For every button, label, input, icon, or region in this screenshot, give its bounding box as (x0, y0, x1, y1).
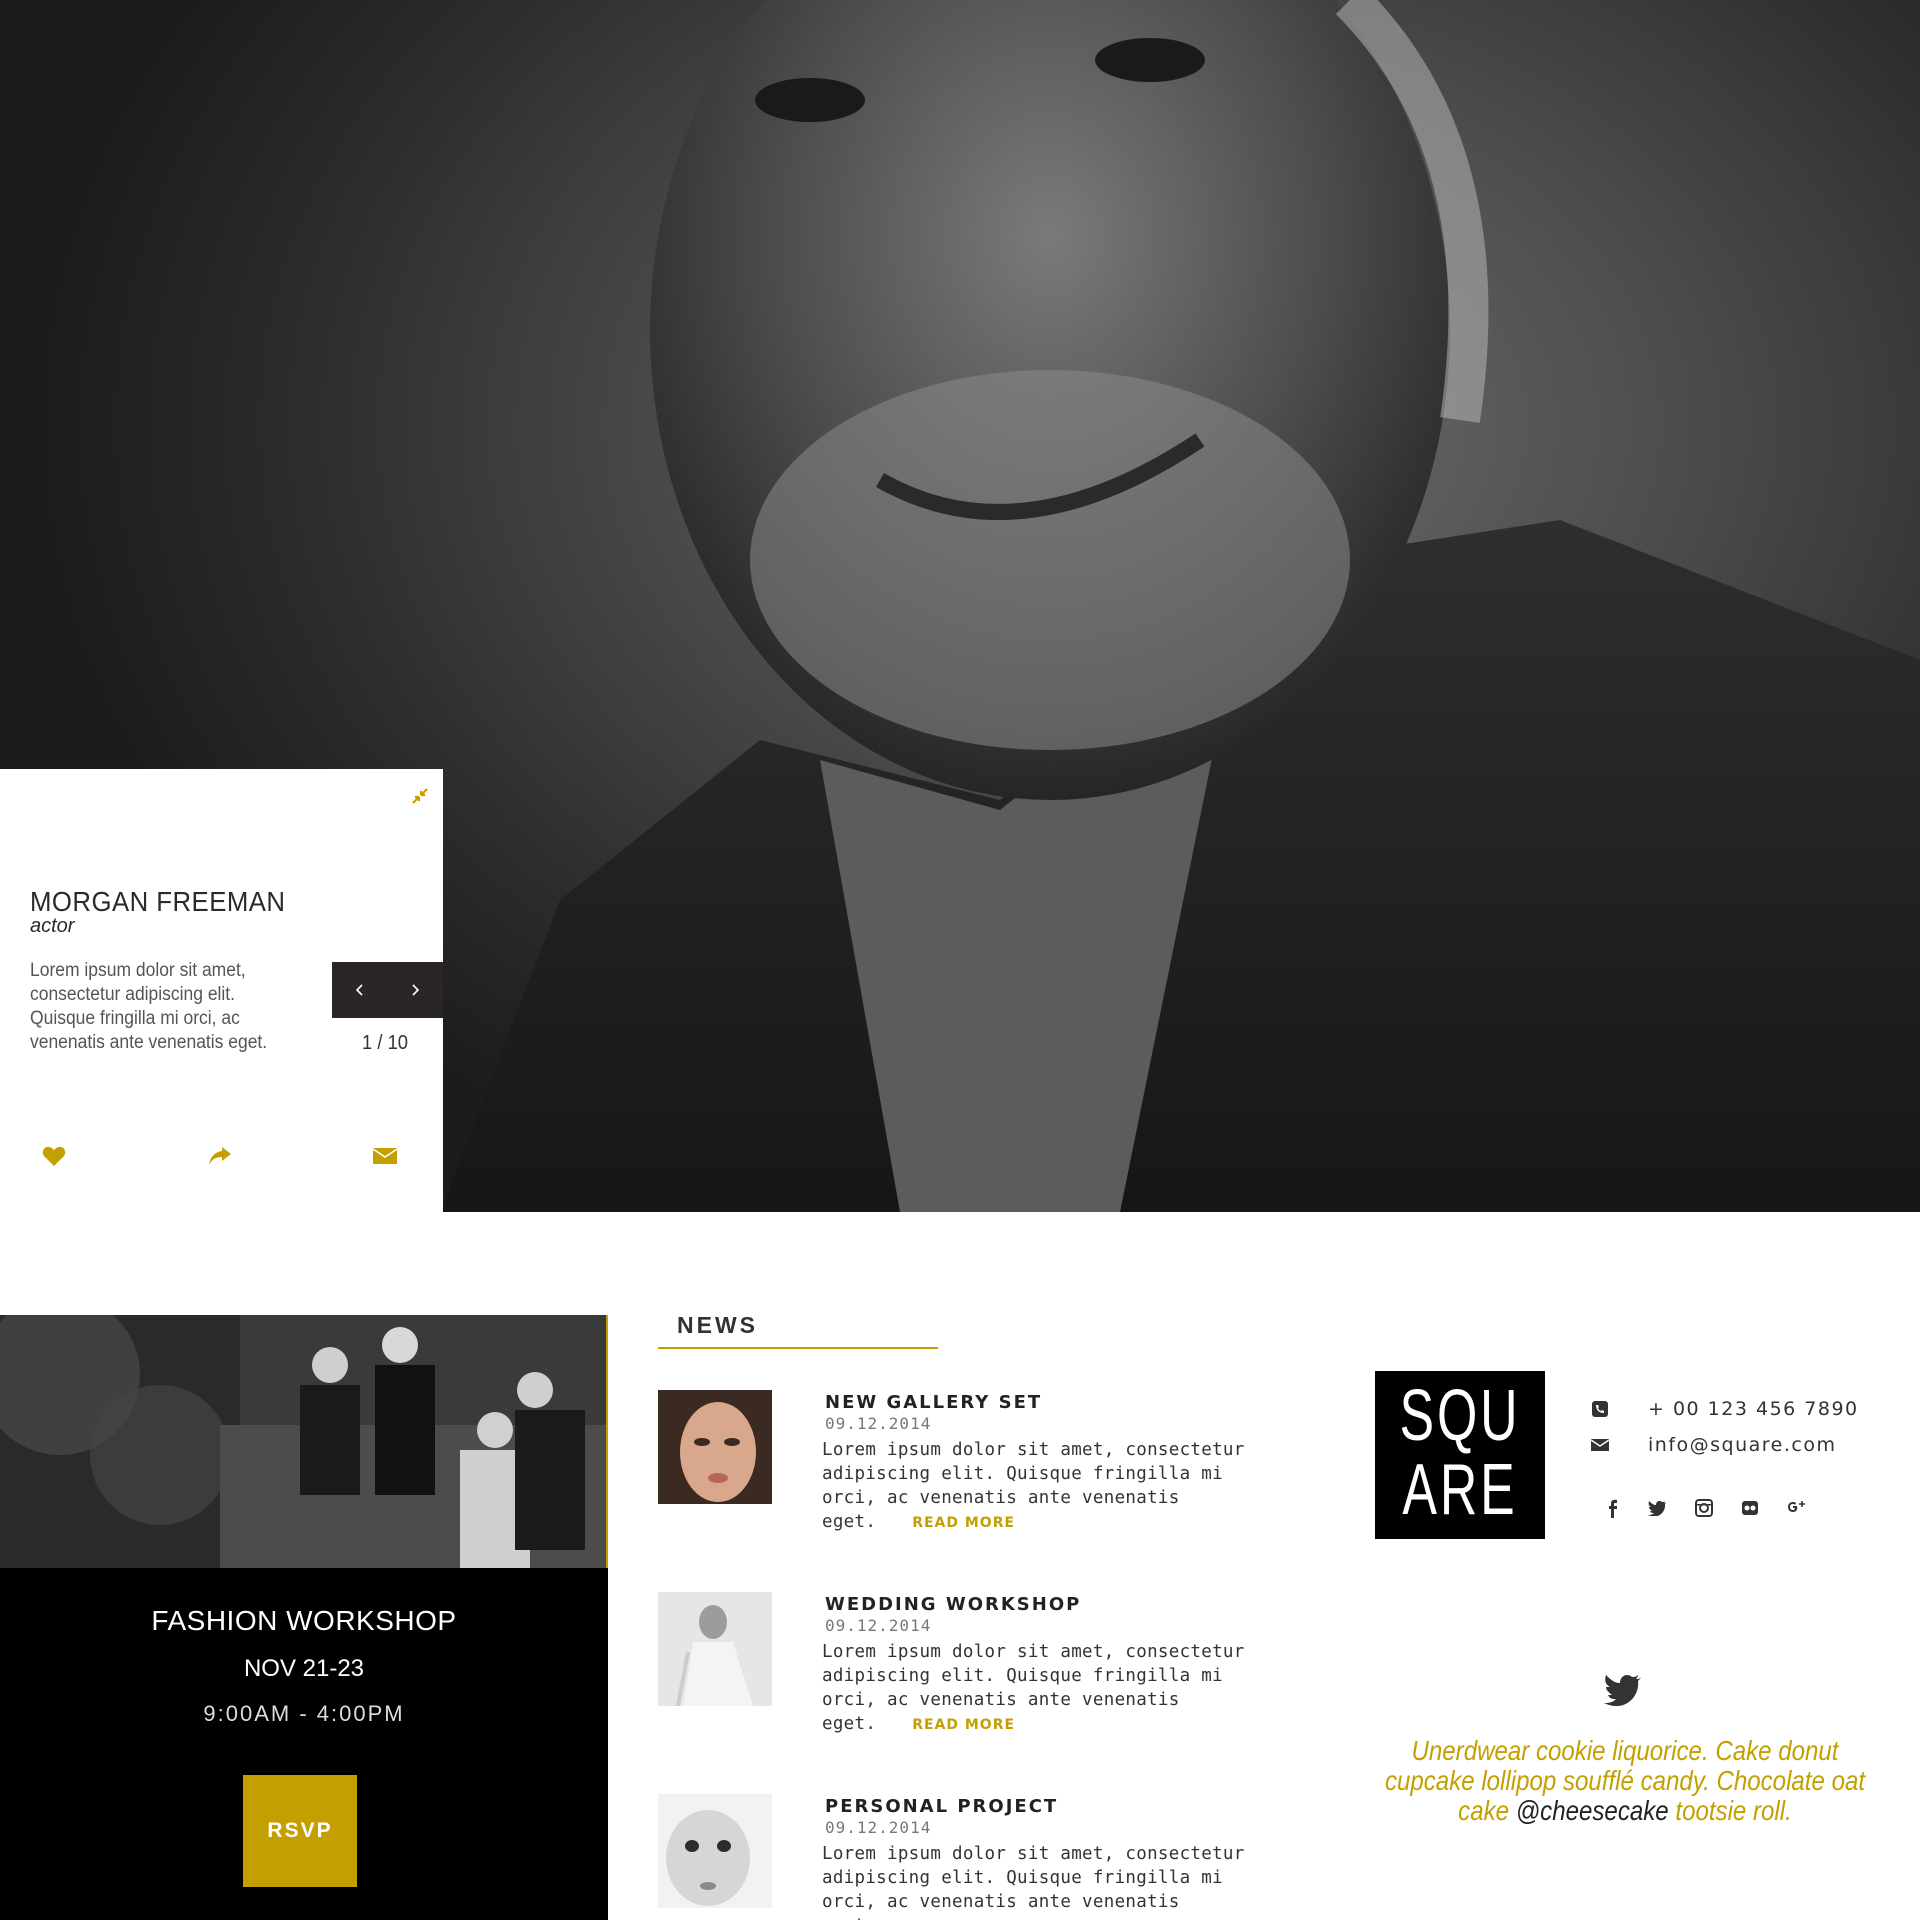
latest-tweet: Unerdwear cookie liquorice. Cake donut c… (1380, 1736, 1870, 1826)
site-logo[interactable]: SQU ARE (1375, 1371, 1545, 1539)
slide-counter: 1 / 10 (362, 1032, 409, 1054)
tweet-text-after: tootsie roll. (1675, 1795, 1792, 1826)
news-item: WEDDING WORKSHOP 09.12.2014 Lorem ipsum … (658, 1592, 1268, 1734)
google-plus-icon[interactable] (1784, 1496, 1808, 1520)
collapse-icon[interactable] (409, 785, 431, 807)
event-title: FASHION WORKSHOP (151, 1605, 457, 1636)
person-role: actor (30, 915, 75, 937)
event-photo (0, 1315, 608, 1568)
read-more-link[interactable]: READ MORE (912, 1515, 1015, 1531)
card-actions (0, 1142, 443, 1172)
news-excerpt-text: Lorem ipsum dolor sit amet, consectetur … (822, 1844, 1245, 1920)
logo-line-1: SQU (1399, 1376, 1521, 1456)
read-more-link[interactable]: READ MORE (912, 1717, 1015, 1733)
contact-email: info@square.com (1590, 1434, 1836, 1456)
email-address[interactable]: info@square.com (1648, 1434, 1836, 1456)
envelope-icon (372, 1148, 398, 1164)
news-title[interactable]: NEW GALLERY SET (825, 1392, 1042, 1413)
slider-nav (332, 962, 443, 1018)
news-thumbnail[interactable] (658, 1794, 772, 1908)
facebook-icon[interactable] (1600, 1496, 1624, 1520)
news-title[interactable]: WEDDING WORKSHOP (825, 1594, 1081, 1615)
news-excerpt: Lorem ipsum dolor sit amet, consectetur … (822, 1640, 1262, 1737)
email-button[interactable] (371, 1142, 399, 1170)
event-card: FASHION WORKSHOP NOV 21-23 9:00AM - 4:00… (0, 1315, 608, 1920)
instagram-icon[interactable] (1692, 1496, 1716, 1520)
news-thumbnail[interactable] (658, 1592, 772, 1706)
share-icon (209, 1147, 231, 1165)
twitter-icon (1604, 1672, 1644, 1707)
chevron-left-icon (355, 984, 363, 996)
event-date: NOV 21-23 (243, 1655, 365, 1682)
news-thumbnail[interactable] (658, 1390, 772, 1504)
tweet-handle[interactable]: @cheesecake (1516, 1795, 1669, 1826)
slider-next-button[interactable] (395, 962, 435, 1018)
phone-icon (1590, 1399, 1610, 1419)
news-item: PERSONAL PROJECT 09.12.2014 Lorem ipsum … (658, 1794, 1268, 1920)
person-name: MORGAN FREEMAN (30, 886, 286, 917)
news-date: 09.12.2014 (825, 1616, 932, 1635)
phone-number[interactable]: + 00 123 456 7890 (1648, 1398, 1859, 1420)
envelope-icon (1590, 1435, 1610, 1455)
news-excerpt-text: Lorem ipsum dolor sit amet, consectetur … (822, 1642, 1245, 1734)
news-item: NEW GALLERY SET 09.12.2014 Lorem ipsum d… (658, 1390, 1268, 1532)
contact-phone: + 00 123 456 7890 (1590, 1398, 1859, 1420)
news-date: 09.12.2014 (825, 1414, 932, 1433)
news-excerpt-text: Lorem ipsum dolor sit amet, consectetur … (822, 1440, 1245, 1532)
like-button[interactable] (40, 1142, 68, 1170)
person-description: Lorem ipsum dolor sit amet, consectetur … (30, 960, 268, 1053)
person-info-card: MORGAN FREEMAN actor Lorem ipsum dolor s… (0, 769, 443, 1212)
news-date: 09.12.2014 (825, 1818, 932, 1837)
share-button[interactable] (206, 1142, 234, 1170)
heart-icon (42, 1146, 66, 1166)
hero-section: MORGAN FREEMAN actor Lorem ipsum dolor s… (0, 0, 1920, 1212)
social-links (1600, 1496, 1808, 1520)
slider-prev-button[interactable] (340, 962, 380, 1018)
rsvp-button[interactable]: RSVP (243, 1775, 357, 1887)
news-heading: NEWS (677, 1312, 758, 1338)
chevron-right-icon (412, 984, 420, 996)
news-excerpt: Lorem ipsum dolor sit amet, consectetur … (822, 1438, 1262, 1535)
logo-line-2: ARE (1402, 1450, 1518, 1530)
flickr-icon[interactable] (1738, 1496, 1762, 1520)
news-title[interactable]: PERSONAL PROJECT (825, 1796, 1058, 1817)
news-divider (658, 1347, 938, 1349)
news-excerpt: Lorem ipsum dolor sit amet, consectetur … (822, 1842, 1262, 1920)
event-time: 9:00AM - 4:00PM (203, 1701, 405, 1726)
twitter-icon[interactable] (1646, 1496, 1670, 1520)
